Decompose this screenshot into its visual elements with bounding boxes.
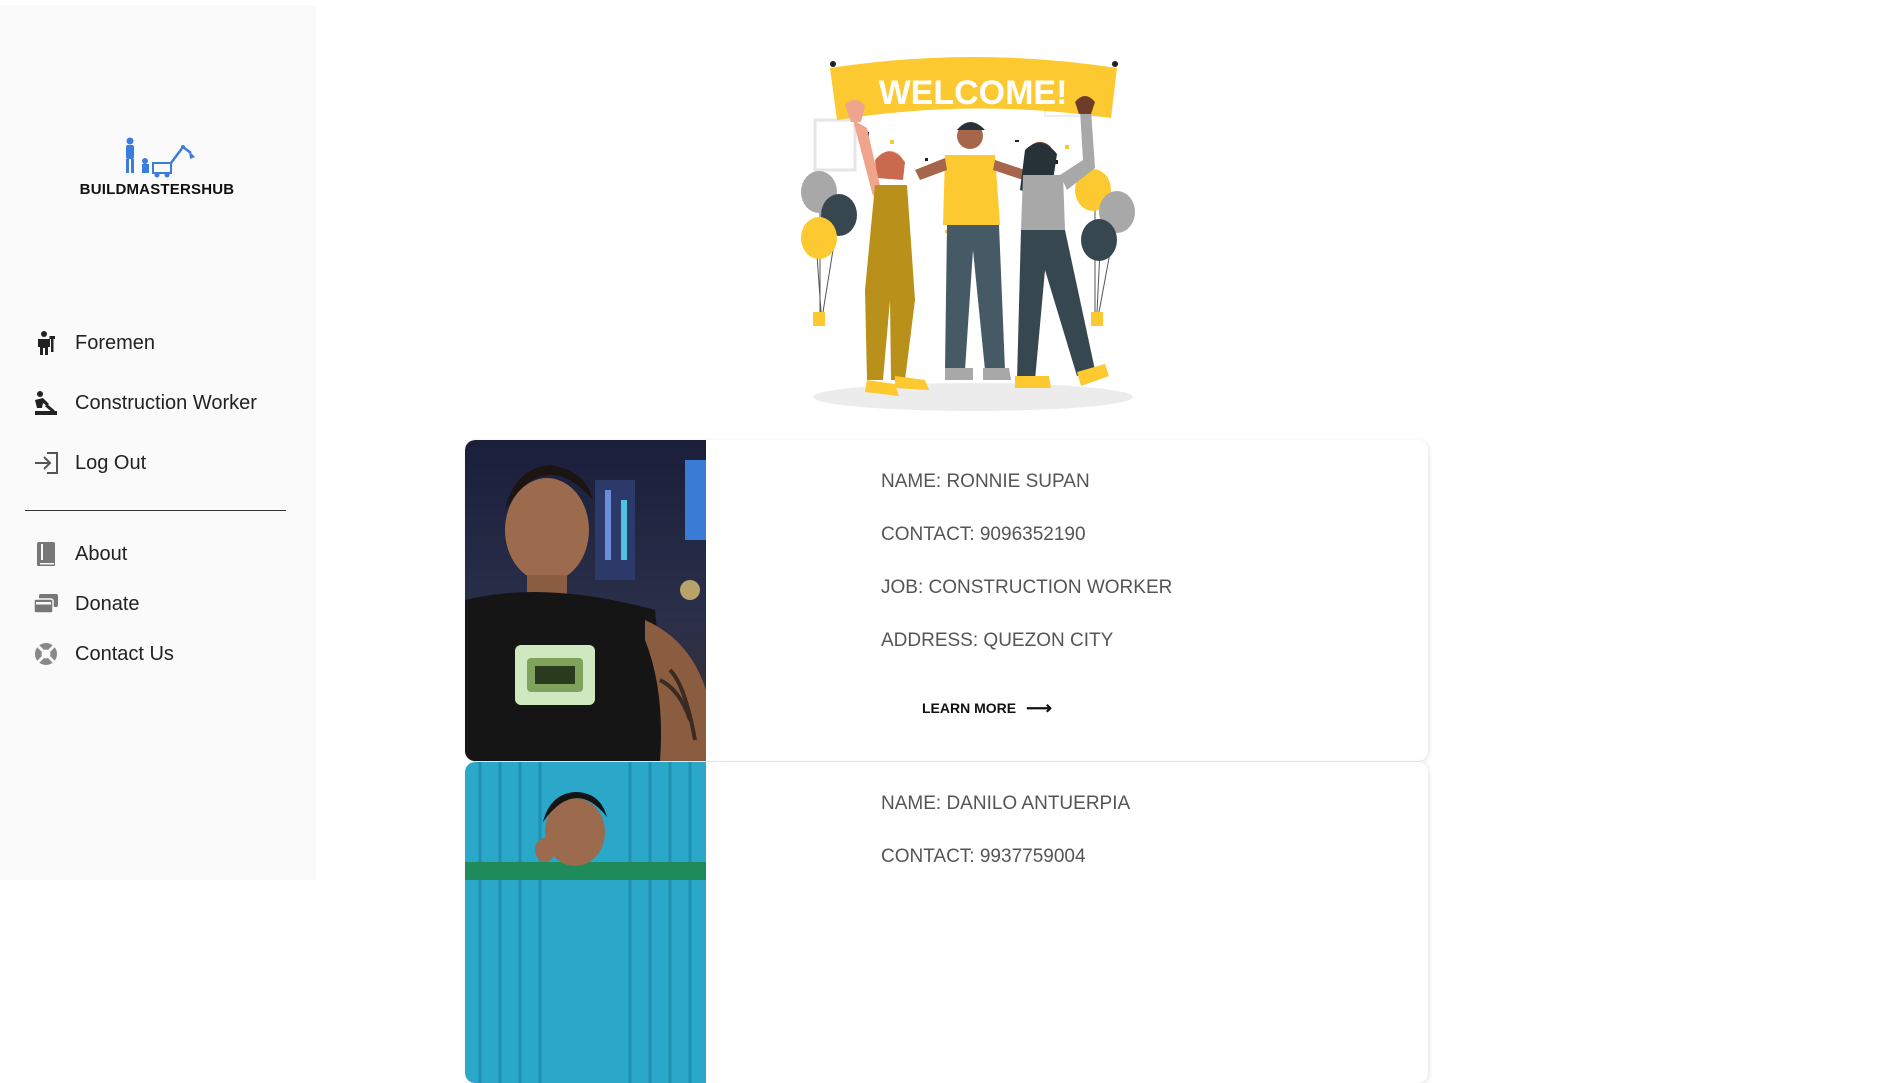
sidebar-item-label: Donate — [75, 592, 140, 615]
sidebar-item-foremen[interactable]: Foremen — [32, 323, 155, 363]
support-icon — [32, 640, 60, 668]
book-icon — [32, 540, 60, 568]
welcome-illustration: WELCOME! — [795, 50, 1150, 420]
foreman-icon — [32, 329, 60, 357]
construction-worker-icon — [32, 389, 60, 417]
sidebar-item-label: Contact Us — [75, 642, 174, 665]
sidebar: BUILDMASTERSHUB Foremen Construction Wor… — [0, 5, 316, 880]
sidebar-item-about[interactable]: About — [32, 534, 127, 574]
worker-card: NAME: RONNIE SUPAN CONTACT: 9096352190 J… — [465, 440, 1428, 761]
sidebar-item-label: Foremen — [75, 331, 156, 354]
learn-more-label: LEARN MORE — [922, 700, 1017, 716]
worker-contact: CONTACT: 9937759004 — [881, 846, 1086, 867]
brand-name: BUILDMASTERSHUB — [79, 181, 235, 198]
brand-logo[interactable]: BUILDMASTERSHUB — [72, 137, 242, 198]
logout-icon — [32, 449, 60, 477]
worker-photo — [465, 762, 706, 1083]
worker-name: NAME: RONNIE SUPAN — [881, 471, 1090, 492]
arrow-right-icon: ⟶ — [1026, 697, 1052, 718]
sidebar-item-label: Log Out — [75, 451, 147, 474]
learn-more-button[interactable]: LEARN MORE ⟶ — [910, 690, 1064, 726]
sidebar-item-donate[interactable]: Donate — [32, 584, 140, 624]
worker-name: NAME: DANILO ANTUERPIA — [881, 793, 1131, 814]
card-stack-icon — [32, 590, 60, 618]
sidebar-item-logout[interactable]: Log Out — [32, 443, 146, 483]
worker-address: ADDRESS: QUEZON CITY — [881, 630, 1114, 651]
sidebar-item-contact-us[interactable]: Contact Us — [32, 634, 174, 674]
worker-job: JOB: CONSTRUCTION WORKER — [881, 577, 1173, 598]
banner-text: WELCOME! — [879, 74, 1068, 112]
sidebar-item-label: Construction Worker — [75, 391, 257, 414]
worker-card: NAME: DANILO ANTUERPIA CONTACT: 99377590… — [465, 762, 1428, 1083]
construction-logo-icon — [126, 137, 195, 178]
worker-info: NAME: RONNIE SUPAN CONTACT: 9096352190 J… — [881, 462, 1172, 674]
sidebar-item-construction-worker[interactable]: Construction Worker — [32, 383, 257, 423]
worker-contact: CONTACT: 9096352190 — [881, 524, 1086, 545]
worker-info: NAME: DANILO ANTUERPIA CONTACT: 99377590… — [881, 784, 1130, 890]
worker-photo — [465, 440, 706, 761]
sidebar-item-label: About — [75, 542, 128, 565]
sidebar-divider — [25, 510, 286, 511]
